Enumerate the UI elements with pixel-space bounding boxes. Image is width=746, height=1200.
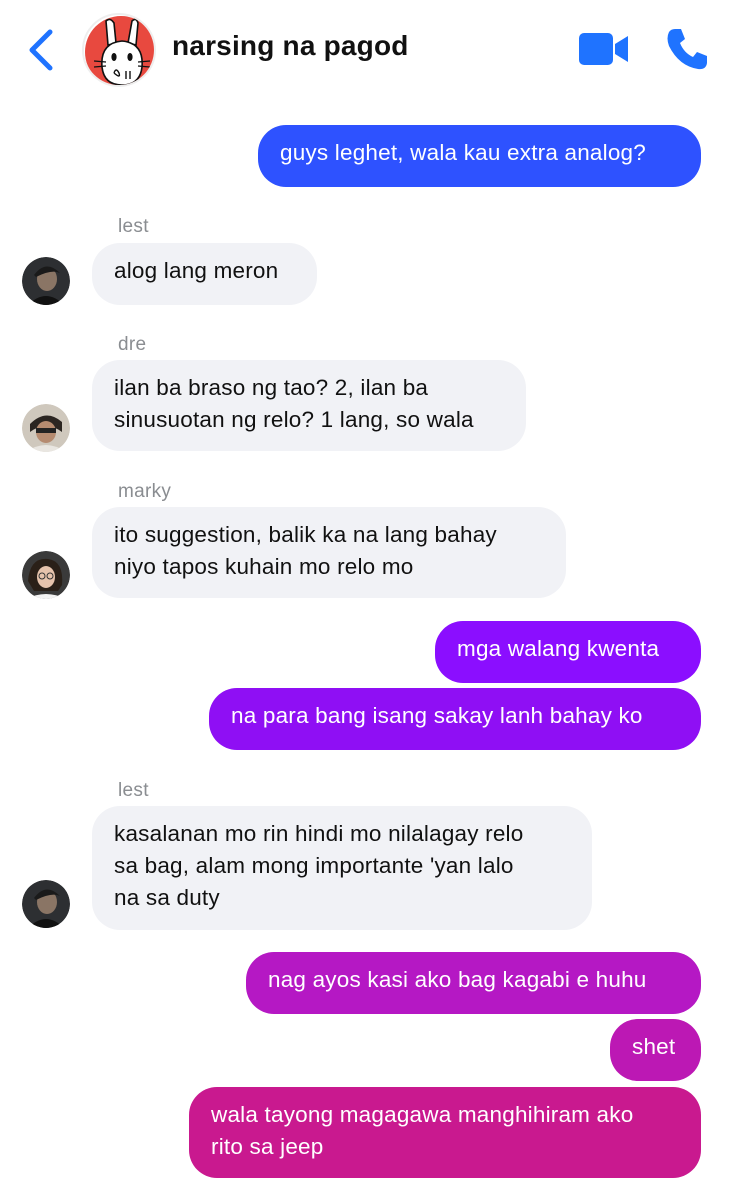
avatar-lest[interactable] [22, 880, 70, 928]
message-text-line: sa bag, alam mong importante 'yan lalo [114, 853, 514, 878]
incoming-message[interactable]: alog lang meron [92, 243, 317, 305]
voice-call-button[interactable] [664, 26, 710, 72]
avatar-lest[interactable] [22, 257, 70, 305]
message-text: shet [632, 1034, 676, 1059]
message-text-line: rito sa jeep [211, 1134, 324, 1159]
message-text-line: kasalanan mo rin hindi mo nilalagay relo [114, 821, 524, 846]
phone-icon [667, 29, 707, 70]
conversation-title[interactable]: narsing na pagod [172, 30, 409, 62]
incoming-message[interactable]: kasalanan mo rin hindi mo nilalagay relo… [92, 806, 592, 930]
back-button[interactable] [24, 26, 60, 74]
avatar-marky[interactable] [22, 551, 70, 599]
message-text-line: ito suggestion, balik ka na lang bahay [114, 522, 497, 547]
message-text: alog lang meron [114, 258, 279, 283]
outgoing-message[interactable]: mga walang kwenta [435, 621, 701, 683]
avatar-dre[interactable] [22, 404, 70, 452]
message-text: guys leghet, wala kau extra analog? [280, 140, 646, 165]
incoming-message[interactable]: ito suggestion, balik ka na lang bahay n… [92, 507, 566, 598]
outgoing-message[interactable]: guys leghet, wala kau extra analog? [258, 125, 701, 187]
message-text-line: ilan ba braso ng tao? 2, ilan ba [114, 375, 429, 400]
sender-name: lest [118, 216, 149, 237]
sender-name: dre [118, 334, 147, 355]
message-text-line: sinusuotan ng relo? 1 lang, so wala [114, 407, 474, 432]
message-text: nag ayos kasi ako bag kagabi e huhu [268, 967, 647, 992]
sender-name: marky [118, 481, 172, 502]
video-camera-icon [579, 33, 628, 65]
incoming-message[interactable]: ilan ba braso ng tao? 2, ilan ba sinusuo… [92, 360, 526, 451]
message-text: mga walang kwenta [457, 636, 660, 661]
outgoing-message[interactable]: shet [610, 1019, 701, 1081]
profile-photo [22, 880, 70, 928]
message-text: na para bang isang sakay lanh bahay ko [231, 703, 643, 728]
outgoing-message[interactable]: nag ayos kasi ako bag kagabi e huhu [246, 952, 701, 1014]
message-text-line: wala tayong magagawa manghihiram ako [211, 1102, 634, 1127]
profile-photo [22, 257, 70, 305]
group-avatar[interactable] [82, 13, 156, 87]
video-call-button[interactable] [578, 30, 630, 70]
sender-name: lest [118, 780, 149, 801]
profile-photo [22, 404, 70, 452]
chat-header: narsing na pagod [0, 0, 746, 100]
outgoing-message[interactable]: wala tayong magagawa manghihiram ako rit… [189, 1087, 701, 1178]
outgoing-message[interactable]: na para bang isang sakay lanh bahay ko [209, 688, 701, 750]
back-chevron-icon [29, 29, 53, 71]
message-text-line: na sa duty [114, 885, 220, 910]
rabbit-avatar-image [85, 16, 154, 85]
profile-photo [22, 551, 70, 599]
message-text-line: niyo tapos kuhain mo relo mo [114, 554, 414, 579]
